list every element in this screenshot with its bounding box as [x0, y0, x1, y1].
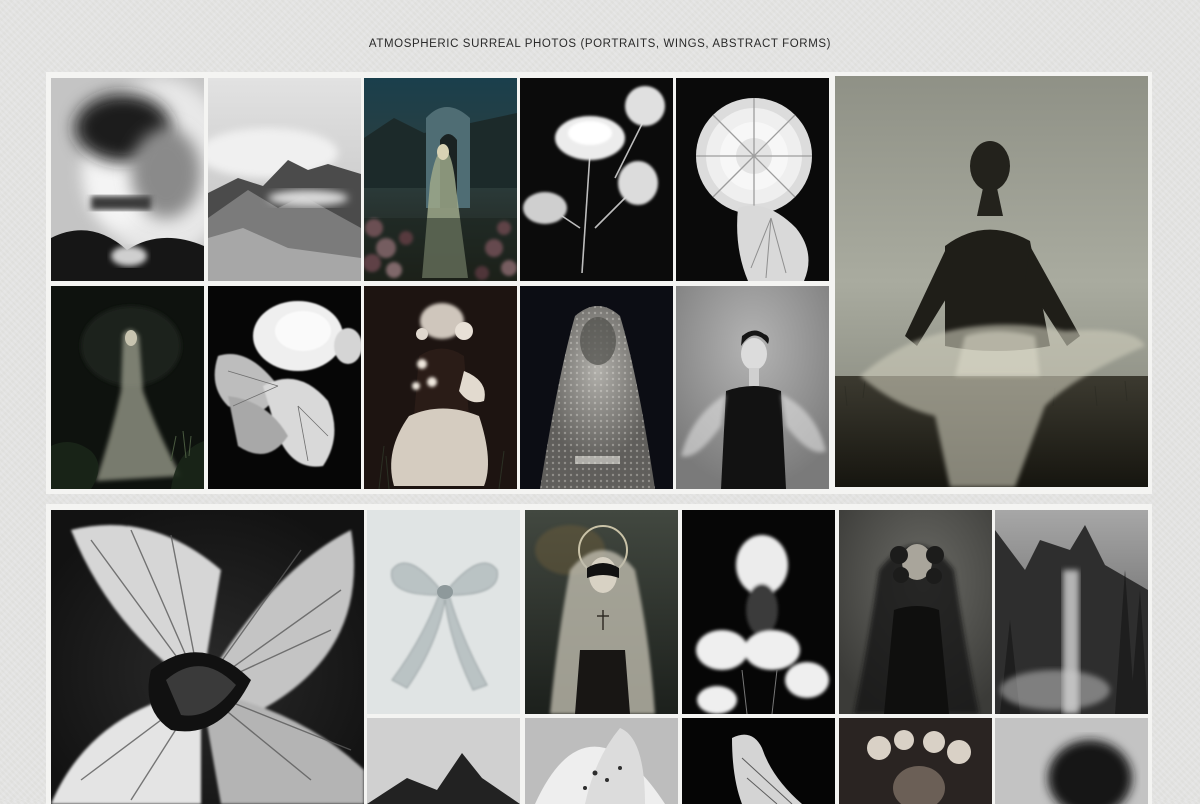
photo-misty-mountains[interactable] — [208, 78, 361, 281]
photo-woman-flower-crown[interactable] — [839, 718, 992, 804]
photo-blurred-head[interactable] — [995, 718, 1148, 804]
photo-lace-veil[interactable] — [520, 286, 673, 489]
photo-white-chrysanthemum[interactable] — [676, 78, 829, 281]
photo-forest-waterfall[interactable] — [995, 510, 1148, 714]
photo-sheer-bow[interactable] — [367, 510, 520, 714]
photo-blurred-portrait[interactable] — [51, 78, 204, 281]
photo-girl-with-flowers[interactable] — [364, 286, 517, 489]
photo-woman-in-forest[interactable] — [51, 286, 204, 489]
photo-face-and-peonies[interactable] — [682, 510, 835, 714]
photo-nun-masked[interactable] — [525, 510, 678, 714]
photo-peony-on-black[interactable] — [208, 286, 361, 489]
photo-veiled-woman-ruins[interactable] — [364, 78, 517, 281]
photo-mountain-peak[interactable] — [367, 718, 520, 804]
photo-wing-detail[interactable] — [682, 718, 835, 804]
photo-woman-sheer-sleeves[interactable] — [676, 286, 829, 489]
photo-veiled-woman-dark[interactable] — [839, 510, 992, 714]
photo-white-peonies[interactable] — [520, 78, 673, 281]
photo-silhouette-field[interactable] — [835, 76, 1148, 487]
photo-lily[interactable] — [525, 718, 678, 804]
page-title: ATMOSPHERIC SURREAL PHOTOS (PORTRAITS, W… — [368, 38, 832, 50]
photo-iris-closeup[interactable] — [51, 510, 364, 804]
